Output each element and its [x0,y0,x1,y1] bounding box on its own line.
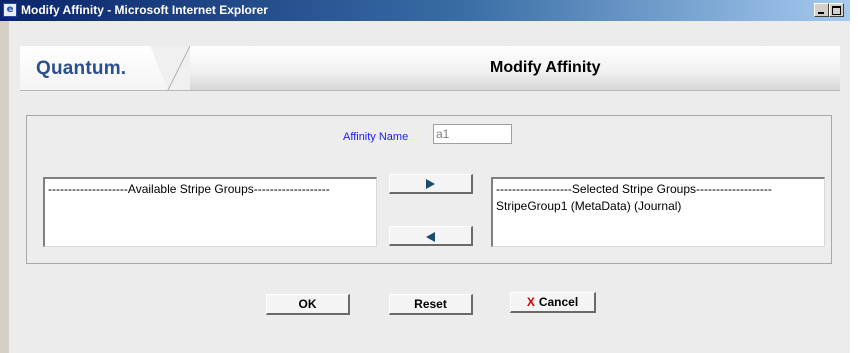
ie-page-icon: e [3,3,17,17]
selected-stripe-groups-list[interactable]: -------------------Selected Stripe Group… [491,177,825,247]
header-divider [150,46,190,90]
ok-button[interactable]: OK [266,294,350,315]
cancel-button[interactable]: X Cancel [510,292,596,313]
affinity-name-label: Affinity Name [343,131,409,143]
move-left-button[interactable] [389,226,473,246]
arrow-right-icon [426,179,435,189]
affinity-name-input[interactable] [433,124,512,144]
arrow-left-icon [426,232,435,242]
cancel-x-icon: X [526,295,535,309]
maximize-button[interactable] [829,3,844,17]
page-header: Quantum. Modify Affinity [20,46,840,91]
minimize-button[interactable] [814,3,829,17]
page-title: Modify Affinity [490,59,601,76]
quantum-logo: Quantum. [36,58,127,79]
available-list-header: --------------------Available Stripe Gro… [48,182,330,196]
browser-window: e Modify Affinity - Microsoft Internet E… [0,0,850,353]
cancel-label: Cancel [538,295,579,309]
selected-list-header: -------------------Selected Stripe Group… [496,182,772,196]
list-item[interactable]: StripeGroup1 (MetaData) (Journal) [493,196,824,213]
move-right-button[interactable] [389,174,473,194]
available-stripe-groups-list[interactable]: --------------------Available Stripe Gro… [43,177,377,247]
reset-button[interactable]: Reset [389,294,473,315]
title-bar[interactable]: e Modify Affinity - Microsoft Internet E… [0,0,850,21]
window-title: Modify Affinity - Microsoft Internet Exp… [21,3,268,17]
